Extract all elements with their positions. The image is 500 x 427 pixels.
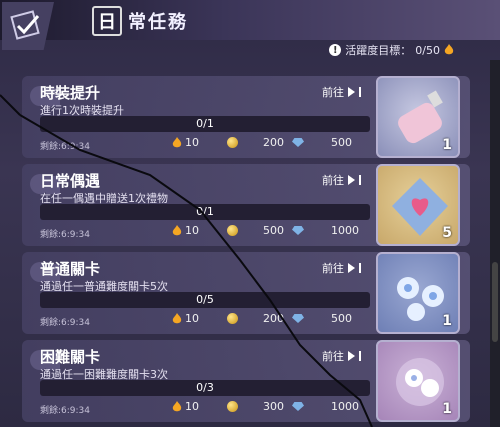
progress-bar: 0/3 — [40, 380, 370, 396]
progress-text: 0/1 — [196, 205, 214, 218]
reward-list: 10 200 500 — [172, 312, 372, 328]
gem-icon — [292, 402, 304, 411]
activity-label: 活躍度目標： — [345, 44, 412, 57]
progress-text: 0/5 — [196, 293, 214, 306]
reward-item[interactable]: 1 — [376, 340, 460, 422]
reward-flame: 10 — [172, 224, 199, 237]
item-count: 5 — [442, 225, 452, 241]
reward-flame: 10 — [172, 400, 199, 413]
goto-button[interactable]: 前往 — [322, 172, 361, 188]
info-icon[interactable]: ! — [329, 44, 342, 56]
reward-item[interactable]: 1 — [376, 252, 460, 334]
flame-icon — [172, 224, 182, 235]
activity-goal: ! 活躍度目標： 0/50 — [329, 42, 454, 58]
play-arrow-icon — [348, 263, 355, 273]
reward-coin: 200 — [227, 136, 284, 149]
menu-logo[interactable] — [2, 2, 54, 50]
task-card-2: 日常偶遇 在任一偶遇中贈送1次禮物 前往 0/1 剩餘:6:9:34 10 50… — [22, 164, 470, 246]
reward-gem: 500 — [292, 312, 352, 325]
flame-icon — [172, 400, 182, 411]
flame-icon — [172, 136, 182, 147]
progress-bar: 0/5 — [40, 292, 370, 308]
reward-gem-value: 500 — [331, 136, 352, 149]
reward-flame-value: 10 — [185, 224, 199, 237]
time-remaining: 剩餘:6:9:34 — [40, 406, 91, 416]
task-name: 困難關卡 — [40, 348, 101, 366]
scroll-thumb[interactable] — [492, 262, 498, 342]
reward-list: 10 500 1000 — [172, 224, 372, 240]
time-remaining: 剩餘:6:9:34 — [40, 318, 91, 328]
reward-flame-value: 10 — [185, 136, 199, 149]
reward-coin: 500 — [227, 224, 284, 237]
coin-icon — [227, 137, 238, 148]
activity-value: 0/50 — [415, 43, 440, 57]
title-glyph: 日 — [92, 6, 122, 36]
progress-text: 0/3 — [196, 381, 214, 394]
reward-flame: 10 — [172, 312, 199, 325]
task-name: 普通關卡 — [40, 260, 101, 278]
goto-button[interactable]: 前往 — [322, 84, 361, 100]
goto-label: 前往 — [322, 350, 344, 363]
reward-coin: 300 — [227, 400, 284, 413]
scrollbar[interactable] — [490, 60, 500, 427]
reward-flame-value: 10 — [185, 400, 199, 413]
progress-bar: 0/1 — [40, 204, 370, 220]
task-card-3: 普通關卡 通過任一普通難度關卡5次 前往 0/5 剩餘:6:9:34 10 20… — [22, 252, 470, 334]
header-bar — [0, 0, 500, 40]
coin-icon — [227, 313, 238, 324]
reward-flame-value: 10 — [185, 312, 199, 325]
task-card-1: 時裝提升 進行1次時裝提升 前往 0/1 剩餘:6:9:34 10 200 50… — [22, 76, 470, 158]
goto-button[interactable]: 前往 — [322, 348, 361, 364]
play-arrow-icon — [348, 175, 355, 185]
play-arrow-icon — [348, 87, 355, 97]
goto-label: 前往 — [322, 174, 344, 187]
flame-icon — [444, 44, 454, 55]
item-count: 1 — [442, 401, 452, 417]
reward-coin-value: 200 — [263, 136, 284, 149]
reward-coin: 200 — [227, 312, 284, 325]
coin-icon — [227, 401, 238, 412]
reward-gem-value: 1000 — [331, 400, 359, 413]
reward-item[interactable]: 5 — [376, 164, 460, 246]
reward-coin-value: 500 — [263, 224, 284, 237]
task-name: 日常偶遇 — [40, 172, 101, 190]
reward-list: 10 200 500 — [172, 136, 372, 152]
title-text: 常任務 — [128, 12, 188, 33]
task-card-4: 困難關卡 通過任一困難難度關卡3次 前往 0/3 剩餘:6:9:34 10 30… — [22, 340, 470, 422]
reward-coin-value: 200 — [263, 312, 284, 325]
goto-label: 前往 — [322, 262, 344, 275]
time-remaining: 剩餘:6:9:34 — [40, 230, 91, 240]
reward-gem: 1000 — [292, 400, 359, 413]
gem-icon — [292, 138, 304, 147]
task-name: 時裝提升 — [40, 84, 101, 102]
gem-icon — [292, 226, 304, 235]
reward-item[interactable]: 1 — [376, 76, 460, 158]
checklist-icon — [10, 10, 40, 40]
reward-gem: 500 — [292, 136, 352, 149]
gem-icon — [292, 314, 304, 323]
reward-flame: 10 — [172, 136, 199, 149]
time-remaining: 剩餘:6:9:34 — [40, 142, 91, 152]
item-count: 1 — [442, 137, 452, 153]
progress-bar: 0/1 — [40, 116, 370, 132]
item-count: 1 — [442, 313, 452, 329]
play-arrow-icon — [348, 351, 355, 361]
reward-coin-value: 300 — [263, 400, 284, 413]
reward-gem: 1000 — [292, 224, 359, 237]
reward-list: 10 300 1000 — [172, 400, 372, 416]
coin-icon — [227, 225, 238, 236]
page-title: 日 常任務 — [92, 6, 188, 36]
flame-icon — [172, 312, 182, 323]
progress-text: 0/1 — [196, 117, 214, 130]
reward-gem-value: 500 — [331, 312, 352, 325]
reward-gem-value: 1000 — [331, 224, 359, 237]
goto-button[interactable]: 前往 — [322, 260, 361, 276]
goto-label: 前往 — [322, 86, 344, 99]
